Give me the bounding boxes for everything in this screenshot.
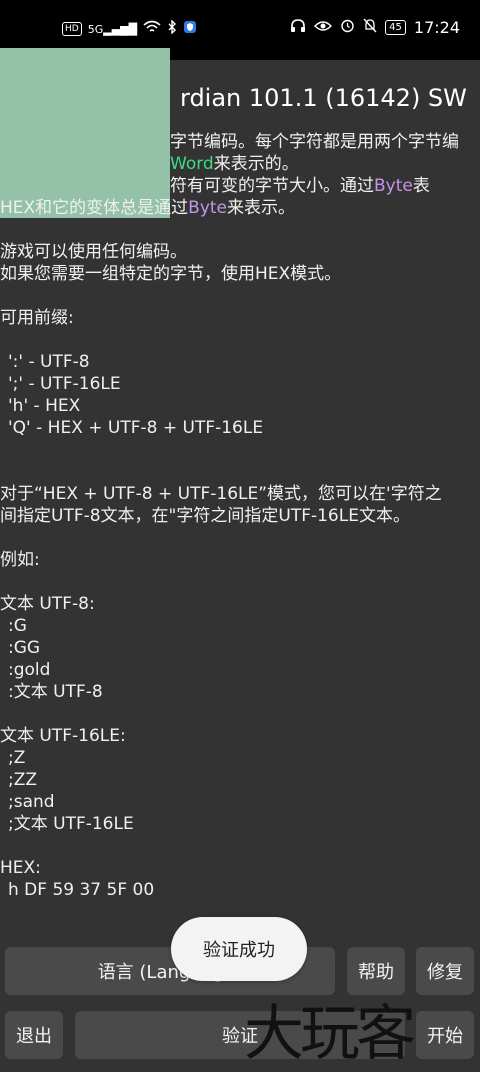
watermark-text: 大玩客: [244, 999, 416, 1069]
text-line-4-suffix: 来表示。: [227, 198, 296, 218]
utf16-heading: 文本 UTF-16LE:: [0, 726, 126, 746]
open-button-label: 开始: [427, 1026, 463, 1047]
utf8-example: :GG: [8, 638, 41, 658]
signal-label: 5G: [87, 22, 104, 36]
status-right: 45 17:24: [290, 18, 460, 37]
utf8-example: :G: [8, 616, 27, 636]
text-line-6: 如果您需要一组特定的字节，使用HEX模式。: [0, 264, 342, 284]
open-button[interactable]: 开始: [416, 1011, 474, 1059]
utf8-example: :gold: [8, 660, 51, 680]
mixed-mode-text-2: 间指定UTF-8文本，在"字符之间指定UTF-16LE文本。: [0, 506, 410, 526]
text-line-1: 字节编码。每个字符都是用两个字节编: [170, 132, 459, 152]
text-line: Word来表示的。: [0, 153, 480, 175]
word-highlight: Word: [170, 154, 214, 174]
mute-icon: [363, 18, 377, 37]
prefix-utf16: ';' - UTF-16LE: [8, 374, 121, 394]
help-text: 字节编码。每个字符都是用两个字节编 Word来表示的。 符有可变的字节大小。通过…: [0, 131, 480, 901]
exit-button-label: 退出: [16, 1026, 52, 1047]
example-heading: 例如:: [0, 550, 40, 570]
utf16-example: ;sand: [8, 792, 55, 812]
text-line: 符有可变的字节大小。通过Byte表: [0, 175, 480, 197]
text-line-3: 符有可变的字节大小。通过: [170, 176, 374, 196]
text-line-3-suffix: 表: [412, 176, 430, 196]
utf8-example: :文本 UTF-8: [8, 682, 103, 702]
utf16-example: ;ZZ: [8, 770, 38, 790]
signal-icon: 5G▂▄▆█: [87, 22, 138, 36]
wifi-icon: [143, 20, 161, 38]
watermark-logo: 大玩客: [244, 985, 416, 1072]
shield-icon: [183, 20, 197, 38]
toast-text: 验证成功: [203, 940, 275, 961]
byte-highlight: Byte: [188, 198, 228, 218]
utf8-heading: 文本 UTF-8:: [0, 594, 95, 614]
bluetooth-icon: [167, 19, 177, 38]
text-line-2: 来表示的。: [213, 154, 299, 174]
hex-example: h DF 59 37 5F 00: [8, 880, 155, 900]
hex-heading: HEX:: [0, 858, 41, 878]
clock: 17:24: [413, 18, 460, 37]
battery-level: 45: [389, 22, 402, 33]
prefixes-heading: 可用前缀:: [0, 308, 74, 328]
eye-icon: [314, 20, 333, 36]
utf16-example: ;文本 UTF-16LE: [8, 814, 134, 834]
prefix-mixed: 'Q' - HEX + UTF-8 + UTF-16LE: [8, 418, 264, 438]
text-line-5: 游戏可以使用任何编码。: [0, 242, 187, 262]
page-title: rdian 101.1 (16142) SW: [180, 84, 467, 112]
repair-button-label: 修复: [427, 962, 463, 983]
prefix-utf8: ':' - UTF-8: [8, 352, 90, 372]
exit-button[interactable]: 退出: [5, 1011, 63, 1059]
hd-badge: HD: [62, 22, 82, 36]
headphone-icon: [290, 18, 306, 37]
toast-message: 验证成功: [171, 917, 307, 981]
text-line-4: HEX和它的变体总是通过: [0, 198, 189, 218]
help-button-label: 帮助: [358, 962, 394, 983]
repair-button[interactable]: 修复: [416, 947, 474, 995]
text-line: 字节编码。每个字符都是用两个字节编: [0, 131, 480, 153]
utf16-example: ;Z: [8, 748, 26, 768]
mixed-mode-text-1: 对于“HEX + UTF-8 + UTF-16LE”模式，您可以在'字符之: [0, 484, 442, 504]
status-left: HD 5G▂▄▆█: [62, 19, 197, 38]
prefix-hex: 'h' - HEX: [8, 396, 81, 416]
alarm-icon: [340, 18, 355, 37]
byte-highlight: Byte: [374, 176, 413, 196]
battery-icon: 45: [385, 20, 406, 35]
text-line: HEX和它的变体总是通过Byte来表示。: [0, 197, 480, 219]
